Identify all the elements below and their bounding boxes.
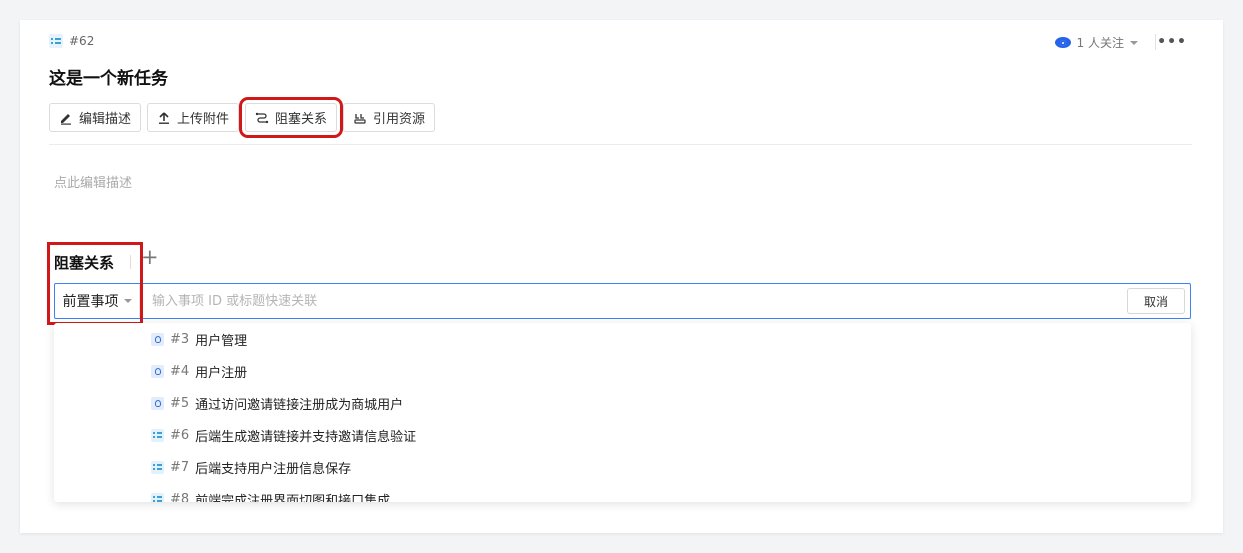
item-number: #6 [170, 427, 190, 443]
list-item[interactable]: #6 后端生成邀请链接并支持邀请信息验证 [151, 425, 416, 445]
item-text: 前端完成注册界面切图和接口集成 [195, 493, 391, 503]
relation-type-value: 前置事项 [62, 294, 119, 310]
watch-label: 1 人关注 [1076, 36, 1124, 50]
blocking-relation-button[interactable]: 阻塞关系 [239, 97, 344, 138]
chevron-down-icon [123, 299, 132, 303]
relation-icon [255, 112, 269, 123]
item-text: 后端生成邀请链接并支持邀请信息验证 [195, 429, 417, 445]
story-icon [151, 396, 164, 410]
upload-icon [159, 111, 170, 124]
blocking-section-title: 阻塞关系 [54, 254, 115, 272]
list-item[interactable]: #5 通过访问邀请链接注册成为商城用户 [151, 393, 403, 413]
item-number: #8 [170, 491, 190, 503]
reference-resource-label: 引用资源 [373, 112, 426, 127]
chevron-down-icon [1130, 40, 1138, 45]
task-detail-card: #62 这是一个新任务 1 人关注 ••• 编辑描述 上传附件 阻塞关系 引用资… [20, 20, 1223, 533]
quote-icon [354, 113, 366, 124]
task-type-icon [49, 34, 63, 48]
list-item[interactable]: #8 前端完成注册界面切图和接口集成 [151, 489, 390, 502]
item-text: 用户管理 [195, 333, 248, 349]
item-number: #7 [170, 459, 190, 475]
blocking-relation-label: 阻塞关系 [275, 112, 328, 127]
item-number: #4 [170, 363, 190, 379]
watch-button[interactable]: 1 人关注 [1054, 34, 1138, 51]
item-number: #5 [170, 395, 190, 411]
edit-description-button[interactable]: 编辑描述 [49, 103, 142, 132]
relation-search-input[interactable] [140, 284, 1127, 318]
task-id-row: #62 [49, 34, 94, 48]
eye-icon [1054, 37, 1071, 48]
task-icon [151, 492, 164, 502]
upload-attachment-label: 上传附件 [177, 112, 230, 127]
more-icon[interactable]: ••• [1157, 34, 1187, 50]
divider [1155, 34, 1156, 50]
toolbar: 编辑描述 上传附件 阻塞关系 引用资源 [49, 97, 436, 138]
list-item[interactable]: #7 后端支持用户注册信息保存 [151, 457, 351, 477]
task-title[interactable]: 这是一个新任务 [49, 64, 168, 89]
edit-description-label: 编辑描述 [79, 112, 132, 127]
story-icon [151, 364, 164, 378]
task-icon [151, 460, 164, 474]
relation-input-bar: 前置事项 取消 [54, 283, 1191, 319]
task-id: #62 [69, 34, 95, 48]
description-placeholder[interactable]: 点此编辑描述 [54, 172, 132, 191]
cancel-button[interactable]: 取消 [1127, 288, 1185, 314]
reference-resource-button[interactable]: 引用资源 [343, 103, 436, 132]
upload-attachment-button[interactable]: 上传附件 [147, 103, 240, 132]
item-text: 后端支持用户注册信息保存 [195, 461, 352, 477]
item-text: 通过访问邀请链接注册成为商城用户 [195, 397, 404, 413]
item-text: 用户注册 [195, 365, 248, 381]
list-item[interactable]: #3 用户管理 [151, 329, 247, 349]
item-number: #3 [170, 331, 190, 347]
list-item[interactable]: #4 用户注册 [151, 361, 247, 381]
divider [130, 255, 131, 269]
divider [49, 144, 1192, 145]
story-icon [151, 332, 164, 346]
relation-type-select[interactable]: 前置事项 [55, 284, 140, 318]
add-icon[interactable]: + [141, 247, 159, 268]
pencil-icon [61, 113, 71, 125]
task-icon [151, 428, 164, 442]
relation-dropdown: #3 用户管理 #4 用户注册 #5 通过访问邀请链接注册成为商城用户 #6 后… [54, 323, 1191, 502]
